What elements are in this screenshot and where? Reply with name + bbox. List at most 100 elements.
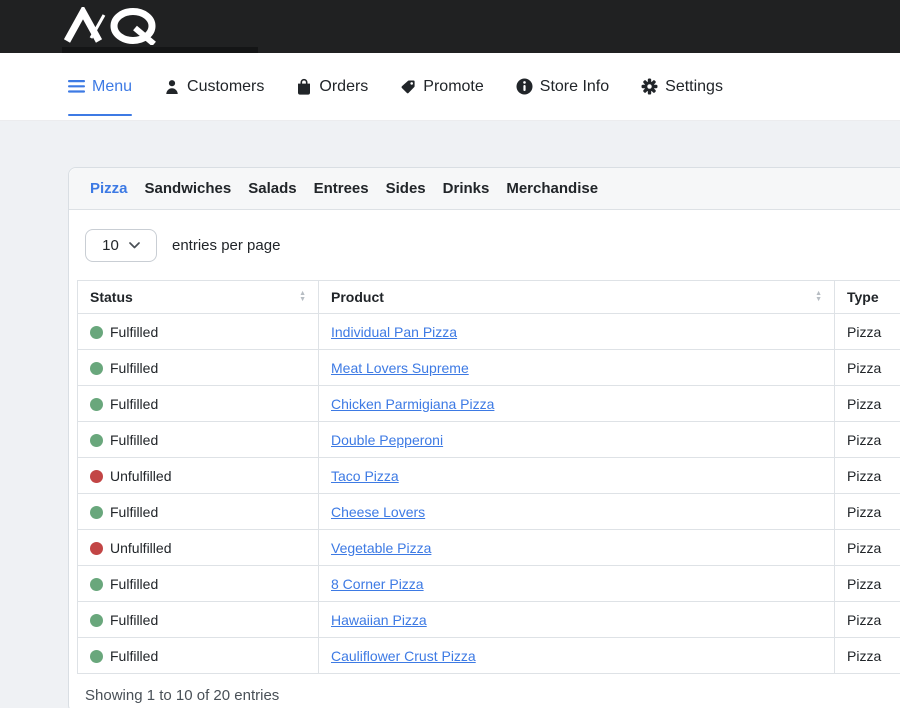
status-label: Unfulfilled: [110, 540, 171, 556]
nav-label: Customers: [187, 78, 264, 96]
product-link[interactable]: Meat Lovers Supreme: [331, 360, 469, 376]
sort-icon[interactable]: ▲▼: [299, 291, 306, 303]
product-cell: Taco Pizza: [319, 458, 835, 494]
sort-icon[interactable]: ▲▼: [815, 291, 822, 303]
product-link[interactable]: Double Pepperoni: [331, 432, 443, 448]
tab-merchandise[interactable]: Merchandise: [506, 180, 598, 197]
product-link[interactable]: Cheese Lovers: [331, 504, 425, 520]
tab-sandwiches[interactable]: Sandwiches: [145, 180, 232, 197]
product-cell: Vegetable Pizza: [319, 530, 835, 566]
product-link[interactable]: Individual Pan Pizza: [331, 324, 457, 340]
main-nav: Menu Customers Orders Promote Store Info…: [0, 53, 900, 121]
status-dot: [90, 614, 103, 627]
type-label: Pizza: [847, 432, 881, 448]
product-link[interactable]: Chicken Parmigiana Pizza: [331, 396, 494, 412]
type-cell: Pizza: [835, 386, 900, 422]
table-row: Fulfilled Hawaiian Pizza Pizza: [78, 602, 900, 638]
status-label: Fulfilled: [110, 648, 158, 664]
tag-icon: [400, 79, 416, 95]
status-dot: [90, 362, 103, 375]
type-cell: Pizza: [835, 566, 900, 602]
product-link[interactable]: 8 Corner Pizza: [331, 576, 424, 592]
nav-item-settings[interactable]: Settings: [641, 78, 723, 96]
status-cell: Unfulfilled: [78, 458, 319, 494]
type-cell: Pizza: [835, 314, 900, 350]
tab-entrees[interactable]: Entrees: [314, 180, 369, 197]
type-cell: Pizza: [835, 350, 900, 386]
table-row: Fulfilled Cheese Lovers Pizza: [78, 494, 900, 530]
product-cell: Cheese Lovers: [319, 494, 835, 530]
status-dot: [90, 506, 103, 519]
product-link[interactable]: Hawaiian Pizza: [331, 612, 427, 628]
type-cell: Pizza: [835, 602, 900, 638]
nav-item-menu[interactable]: Menu: [68, 78, 132, 96]
nav-label: Store Info: [540, 78, 609, 96]
nav-item-store-info[interactable]: Store Info: [516, 78, 609, 96]
tab-pizza[interactable]: Pizza: [90, 180, 128, 197]
product-link[interactable]: Cauliflower Crust Pizza: [331, 648, 476, 664]
status-label: Fulfilled: [110, 432, 158, 448]
type-label: Pizza: [847, 540, 881, 556]
tab-sides[interactable]: Sides: [386, 180, 426, 197]
person-icon: [164, 79, 180, 95]
column-header-type[interactable]: Type: [835, 281, 900, 314]
product-cell: Hawaiian Pizza: [319, 602, 835, 638]
product-cell: 8 Corner Pizza: [319, 566, 835, 602]
page-size-value: 10: [102, 237, 119, 254]
status-cell: Fulfilled: [78, 350, 319, 386]
nav-item-orders[interactable]: Orders: [296, 78, 368, 96]
table-row: Fulfilled 8 Corner Pizza Pizza: [78, 566, 900, 602]
status-cell: Fulfilled: [78, 638, 319, 674]
status-dot: [90, 542, 103, 555]
status-dot: [90, 434, 103, 447]
status-dot: [90, 398, 103, 411]
entries-per-page-row: 10 entries per page: [85, 229, 900, 262]
logo-underline: [62, 47, 258, 53]
gear-icon: [641, 78, 658, 95]
nav-item-promote[interactable]: Promote: [400, 78, 483, 96]
status-cell: Fulfilled: [78, 386, 319, 422]
entries-per-page-label: entries per page: [172, 237, 280, 254]
column-label: Type: [847, 289, 879, 305]
status-label: Fulfilled: [110, 576, 158, 592]
nav-label: Orders: [319, 78, 368, 96]
type-label: Pizza: [847, 504, 881, 520]
card-body: 10 entries per page Status ▲▼ Product: [69, 210, 900, 708]
tab-salads[interactable]: Salads: [248, 180, 296, 197]
product-cell: Chicken Parmigiana Pizza: [319, 386, 835, 422]
status-dot: [90, 326, 103, 339]
table-row: Fulfilled Meat Lovers Supreme Pizza: [78, 350, 900, 386]
column-label: Status: [90, 289, 133, 305]
column-header-status[interactable]: Status ▲▼: [78, 281, 319, 314]
hamburger-icon: [68, 80, 85, 93]
category-tabs: Pizza Sandwiches Salads Entrees Sides Dr…: [69, 168, 900, 210]
status-label: Fulfilled: [110, 324, 158, 340]
status-cell: Unfulfilled: [78, 530, 319, 566]
status-label: Fulfilled: [110, 360, 158, 376]
column-label: Product: [331, 289, 384, 305]
type-cell: Pizza: [835, 494, 900, 530]
table-row: Fulfilled Individual Pan Pizza Pizza: [78, 314, 900, 350]
products-table: Status ▲▼ Product ▲▼ Type: [77, 280, 900, 674]
bag-icon: [296, 78, 312, 95]
top-bar: [0, 0, 900, 53]
table-row: Fulfilled Double Pepperoni Pizza: [78, 422, 900, 458]
type-cell: Pizza: [835, 422, 900, 458]
nav-label: Promote: [423, 78, 483, 96]
nav-item-customers[interactable]: Customers: [164, 78, 264, 96]
tab-drinks[interactable]: Drinks: [443, 180, 490, 197]
table-row: Fulfilled Chicken Parmigiana Pizza Pizza: [78, 386, 900, 422]
status-label: Fulfilled: [110, 396, 158, 412]
column-header-product[interactable]: Product ▲▼: [319, 281, 835, 314]
type-label: Pizza: [847, 648, 881, 664]
aiq-logo-icon: [62, 7, 172, 45]
nav-label: Settings: [665, 78, 723, 96]
nav-label: Menu: [92, 78, 132, 96]
product-link[interactable]: Taco Pizza: [331, 468, 399, 484]
status-dot: [90, 470, 103, 483]
page-size-select[interactable]: 10: [85, 229, 157, 262]
status-cell: Fulfilled: [78, 422, 319, 458]
status-label: Unfulfilled: [110, 468, 171, 484]
product-link[interactable]: Vegetable Pizza: [331, 540, 431, 556]
menu-card: Pizza Sandwiches Salads Entrees Sides Dr…: [68, 167, 900, 708]
